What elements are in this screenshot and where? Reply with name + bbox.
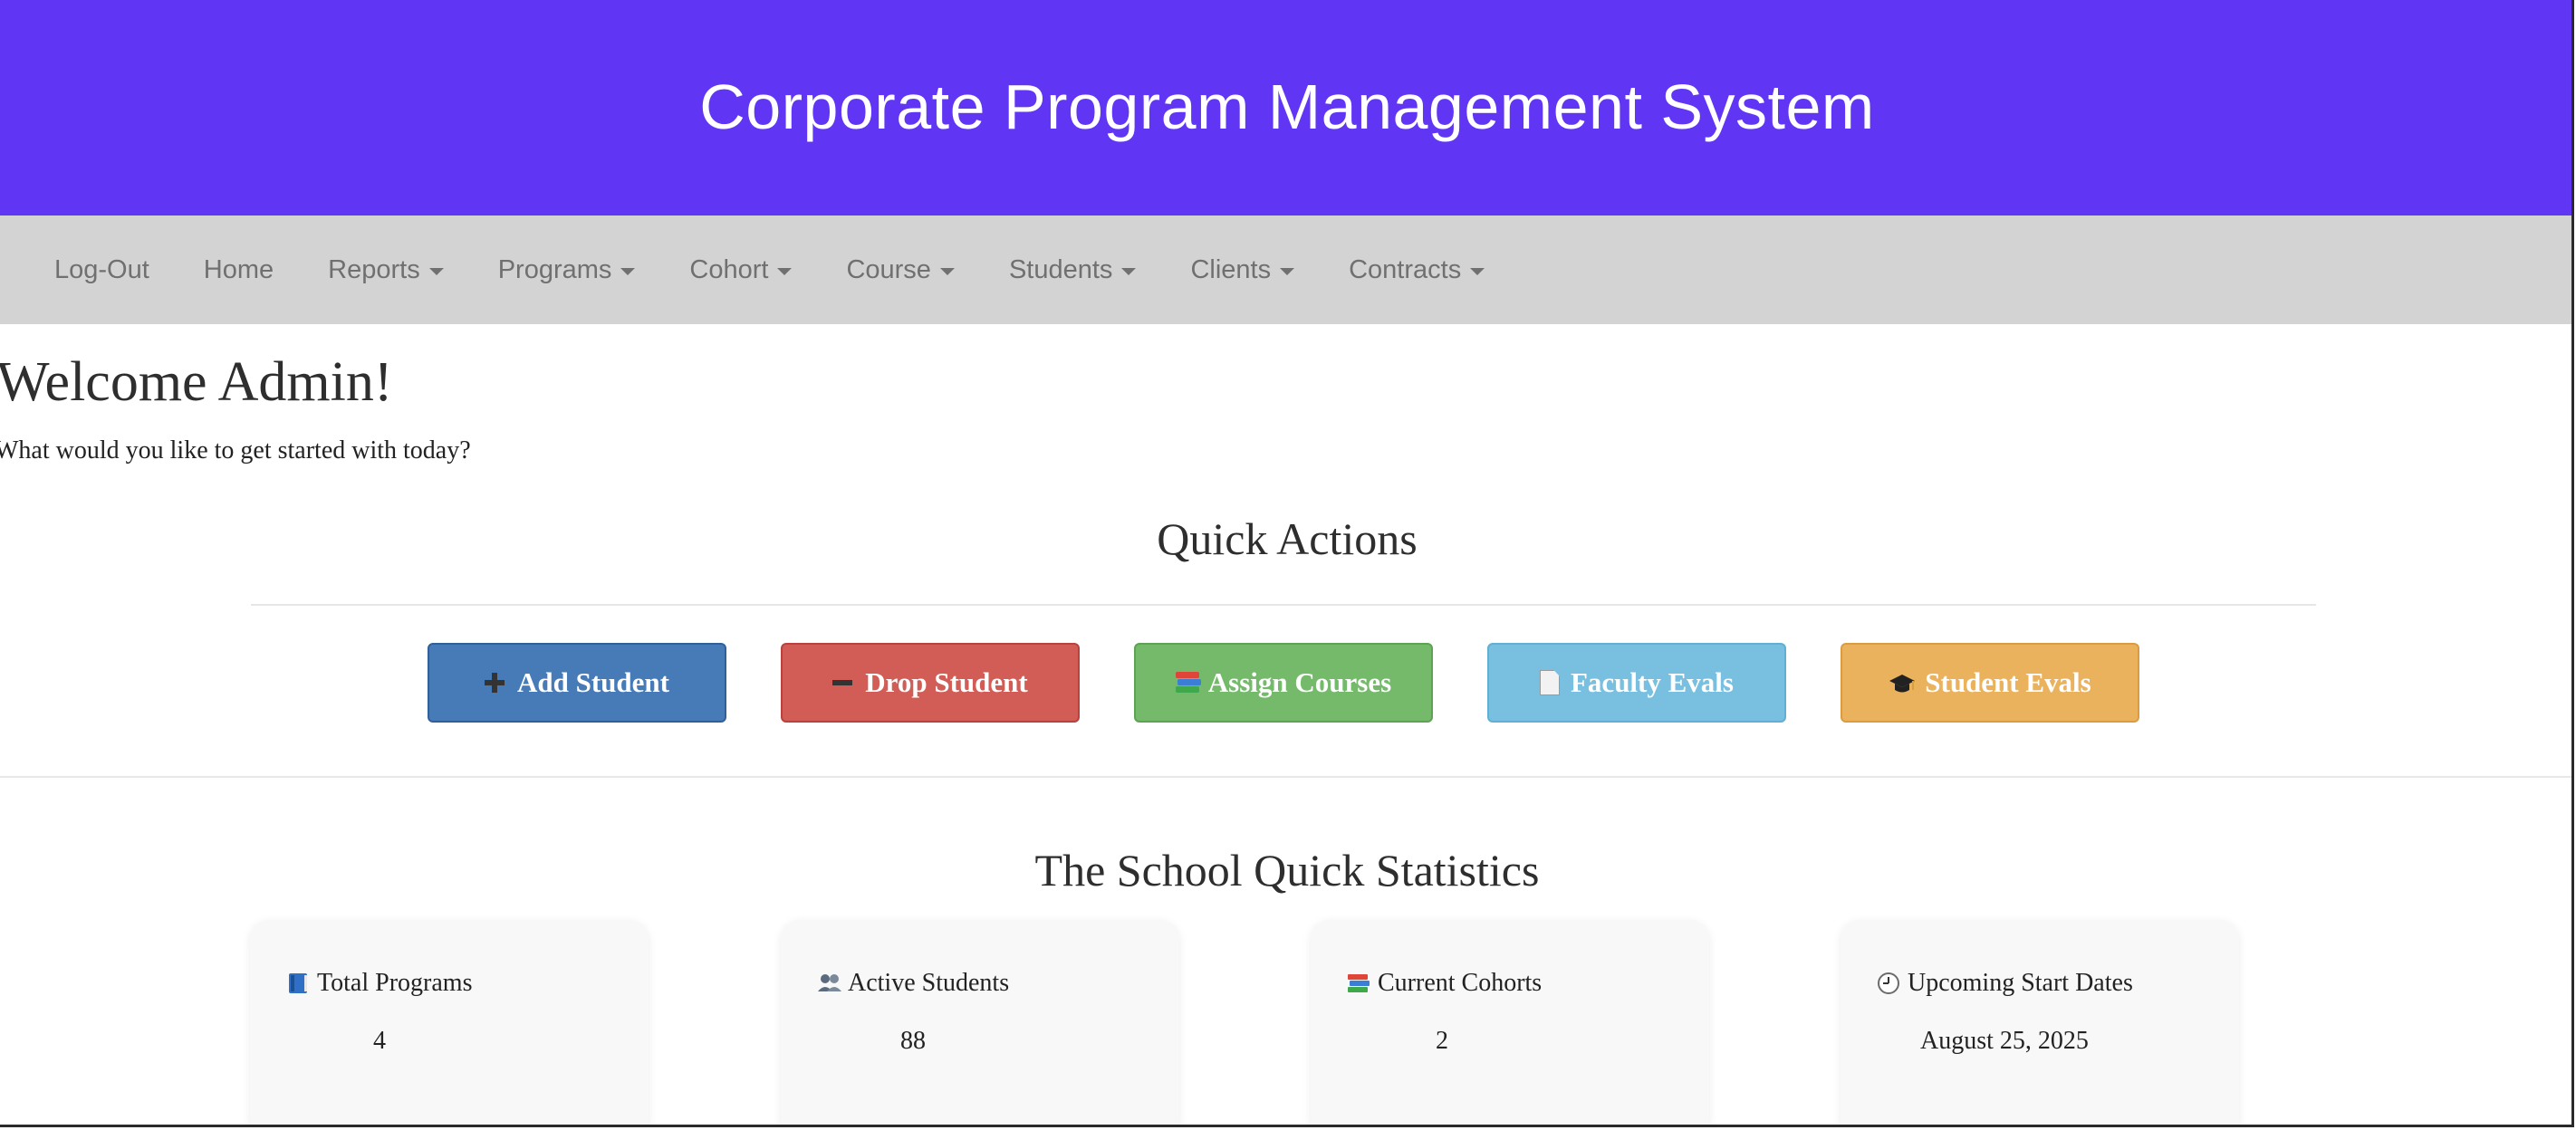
graduation-cap-icon (1889, 671, 1916, 694)
nav-logout-label: Log-Out (54, 254, 149, 284)
document-icon (1540, 670, 1560, 695)
nav-home-label: Home (203, 254, 274, 284)
stat-label-row: Upcoming Start Dates (1877, 969, 2133, 998)
faculty-evals-label: Faculty Evals (1571, 666, 1734, 698)
quick-actions-divider (251, 604, 2316, 606)
stat-card-upcoming-start-dates: Upcoming Start Dates August 25, 2025 (1841, 920, 2239, 1125)
nav-clients-dropdown[interactable]: Clients (1163, 215, 1322, 324)
nav-course-label: Course (846, 254, 931, 284)
clock-icon (1877, 972, 1900, 995)
nav-students-label: Students (1008, 254, 1113, 284)
minus-icon (832, 680, 853, 685)
statistics-heading: The School Quick Statistics (1034, 845, 1540, 895)
caret-down-icon (1280, 268, 1295, 275)
stat-label: Current Cohorts (1378, 969, 1543, 997)
people-icon (817, 972, 841, 995)
stat-label: Upcoming Start Dates (1908, 969, 2133, 997)
drop-student-label: Drop Student (865, 666, 1028, 698)
stat-label-row: Total Programs (286, 969, 472, 998)
caret-down-icon (1121, 268, 1137, 275)
assign-courses-button[interactable]: Assign Courses (1134, 643, 1433, 723)
add-student-label: Add Student (517, 666, 669, 698)
quick-actions-heading: Quick Actions (1157, 513, 1418, 564)
caret-down-icon (777, 268, 793, 275)
stat-value: 88 (900, 1027, 926, 1055)
nav-reports-label: Reports (328, 254, 420, 284)
nav-contracts-label: Contracts (1349, 254, 1462, 284)
caret-down-icon (428, 268, 444, 275)
app-title: Corporate Program Management System (699, 72, 1875, 142)
student-evals-button[interactable]: Student Evals (1841, 643, 2139, 723)
header-banner: Corporate Program Management System (0, 0, 2571, 215)
nav-logout[interactable]: Log-Out (27, 215, 177, 324)
nav-home[interactable]: Home (177, 215, 301, 324)
plus-icon (485, 673, 505, 693)
stat-card-current-cohorts: Current Cohorts 2 (1311, 920, 1709, 1125)
stat-label: Active Students (848, 969, 1010, 997)
stat-value: 2 (1436, 1027, 1448, 1055)
section-divider (0, 776, 2571, 778)
nav-cohort-label: Cohort (689, 254, 769, 284)
books-icon (1175, 672, 1201, 694)
nav-students-dropdown[interactable]: Students (982, 215, 1163, 324)
student-evals-label: Student Evals (1925, 666, 2091, 698)
nav-programs-label: Programs (497, 254, 612, 284)
nav-clients-label: Clients (1190, 254, 1272, 284)
faculty-evals-button[interactable]: Faculty Evals (1487, 643, 1786, 723)
nav-reports-dropdown[interactable]: Reports (301, 215, 471, 324)
nav-cohort-dropdown[interactable]: Cohort (662, 215, 819, 324)
nav-course-dropdown[interactable]: Course (819, 215, 982, 324)
quick-actions-buttons: Add Student Drop Student Assign Courses … (428, 643, 2139, 723)
nav-contracts-dropdown[interactable]: Contracts (1322, 215, 1512, 324)
stat-card-active-students: Active Students 88 (781, 920, 1179, 1125)
caret-down-icon (1470, 268, 1485, 275)
welcome-heading: Welcome Admin! (0, 351, 393, 413)
main-navbar: Log-Out Home Reports Programs Cohort Cou… (0, 215, 2571, 324)
blue-book-icon (286, 972, 310, 995)
books-icon (1347, 972, 1370, 995)
caret-down-icon (939, 268, 955, 275)
welcome-subtitle: What would you like to get started with … (0, 436, 471, 464)
drop-student-button[interactable]: Drop Student (781, 643, 1080, 723)
assign-courses-label: Assign Courses (1207, 666, 1392, 698)
stat-value: 4 (373, 1027, 386, 1055)
add-student-button[interactable]: Add Student (428, 643, 726, 723)
stat-label: Total Programs (317, 969, 473, 997)
nav-programs-dropdown[interactable]: Programs (471, 215, 663, 324)
stat-value: August 25, 2025 (1920, 1027, 2089, 1055)
stat-label-row: Current Cohorts (1347, 969, 1542, 998)
stat-label-row: Active Students (817, 969, 1009, 998)
page: Corporate Program Management System Log-… (0, 0, 2574, 1127)
caret-down-icon (620, 268, 636, 275)
stat-card-total-programs: Total Programs 4 (250, 920, 649, 1125)
